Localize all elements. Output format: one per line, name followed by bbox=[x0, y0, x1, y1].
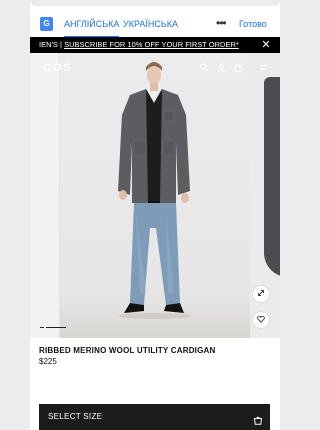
select-size-label: SELECT SIZE bbox=[48, 412, 103, 421]
product-gallery[interactable]: COS bbox=[30, 53, 280, 338]
product-price: $225 bbox=[39, 357, 57, 366]
menu-icon[interactable] bbox=[259, 63, 268, 72]
tab-target-language[interactable]: УКРАЇНСЬКА bbox=[123, 10, 178, 38]
product-title: RIBBED MERINO WOOL UTILITY CARDIGAN bbox=[39, 346, 216, 355]
slide-indicator bbox=[40, 327, 70, 329]
slide-dot-active bbox=[46, 327, 66, 328]
google-translate-icon[interactable]: G bbox=[40, 17, 53, 31]
bag-icon[interactable] bbox=[234, 63, 243, 73]
product-image[interactable] bbox=[60, 53, 250, 338]
subscribe-link[interactable]: SUBSCRIBE FOR 10% OFF YOUR FIRST ORDER* bbox=[64, 40, 239, 49]
shopping-bag-icon bbox=[253, 412, 263, 425]
brand-logo[interactable]: COS bbox=[43, 62, 73, 74]
mobile-viewport: G АНГЛІЙСЬКА УКРАЇНСЬКА ••• Готово IEN'S… bbox=[30, 0, 280, 430]
slide-dot bbox=[40, 327, 44, 328]
close-icon[interactable]: ✕ bbox=[260, 37, 272, 53]
search-icon[interactable] bbox=[200, 63, 209, 72]
more-options-icon[interactable]: ••• bbox=[216, 10, 227, 38]
model-illustration bbox=[118, 62, 191, 319]
account-icon[interactable] bbox=[217, 63, 226, 72]
promo-banner: IEN'S | SUBSCRIBE FOR 10% OFF YOUR FIRST… bbox=[30, 37, 280, 53]
expand-icon[interactable] bbox=[252, 285, 270, 303]
next-slide-image bbox=[264, 77, 280, 277]
url-bar-edge bbox=[30, 0, 280, 6]
previous-slide-peek[interactable] bbox=[30, 53, 60, 338]
tab-source-language[interactable]: АНГЛІЙСЬКА bbox=[64, 10, 120, 38]
promo-lead: IEN'S | bbox=[39, 40, 65, 49]
translate-bar: G АНГЛІЙСЬКА УКРАЇНСЬКА ••• Готово bbox=[30, 10, 280, 38]
done-button[interactable]: Готово bbox=[239, 10, 267, 38]
select-size-button[interactable]: SELECT SIZE bbox=[39, 404, 270, 430]
promo-text[interactable]: IEN'S | SUBSCRIBE FOR 10% OFF YOUR FIRST… bbox=[39, 37, 239, 53]
heart-icon[interactable] bbox=[252, 311, 270, 329]
